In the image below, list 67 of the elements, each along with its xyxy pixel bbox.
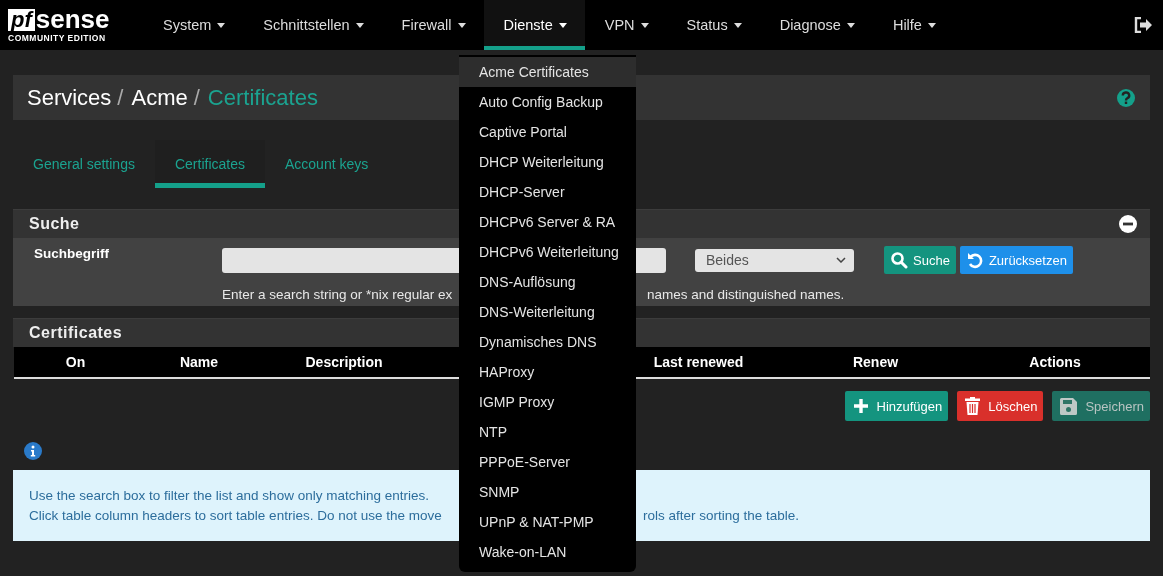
dropdown-item[interactable]: DHCP Weiterleitung (459, 147, 636, 177)
logout-icon[interactable] (1134, 17, 1152, 33)
pfsense-logo[interactable]: pfsense COMMUNITY EDITION (8, 7, 128, 43)
info-icon[interactable] (24, 442, 42, 460)
caret-icon (217, 22, 226, 28)
delete-button[interactable]: Löschen (957, 391, 1044, 421)
breadcrumb-separator: / (193, 84, 200, 111)
search-button[interactable]: Suche (884, 246, 956, 274)
breadcrumb-item: Certificates (207, 84, 318, 111)
add-button[interactable]: Hinzufügen (844, 391, 949, 421)
caret-icon (457, 22, 466, 28)
breadcrumb-item[interactable]: Services (27, 84, 112, 111)
tab[interactable]: General settings (13, 140, 155, 188)
plus-icon (852, 398, 869, 414)
search-icon (890, 251, 908, 269)
dropdown-item[interactable]: IGMP Proxy (459, 387, 636, 417)
dropdown-item[interactable]: PPPoE-Server (459, 447, 636, 477)
nav-menu-item[interactable]: Dienste (483, 0, 585, 50)
search-hint: names and distinguished names. (647, 287, 845, 302)
nav-menu-item[interactable]: Diagnose (759, 0, 873, 50)
column-header[interactable]: Actions (960, 354, 1150, 370)
dropdown-item[interactable]: SNMP (459, 477, 636, 507)
info-text: rols after sorting the table. (643, 507, 800, 525)
info-text: Use the search box to filter the list and show only matching entries. (29, 488, 429, 503)
column-header[interactable]: On (14, 354, 137, 370)
caret-icon (355, 22, 364, 28)
info-text: Click table column headers to sort table entries. Do not use the move (29, 507, 443, 525)
dropdown-item[interactable]: Dynamisches DNS (459, 327, 636, 357)
dropdown-item[interactable]: Acme Certificates (459, 57, 636, 87)
dropdown-item[interactable]: Wake-on-LAN (459, 537, 636, 567)
chevron-icon (836, 257, 846, 263)
nav-menu-item[interactable]: System (143, 0, 244, 50)
dropdown-item[interactable]: Captive Portal (459, 117, 636, 147)
column-header[interactable]: Name (137, 354, 261, 370)
nav-menu-item[interactable]: Hilfe (872, 0, 954, 50)
dropdown-item[interactable]: UPnP & NAT-PMP (459, 507, 636, 537)
tab[interactable]: Account keys (265, 140, 389, 188)
caret-icon (733, 22, 742, 28)
dropdown-item[interactable]: DNS-Auflösung (459, 267, 636, 297)
dropdown-item[interactable]: NTP (459, 417, 636, 447)
caret-icon (846, 22, 855, 28)
breadcrumb-item[interactable]: Acme (131, 84, 188, 111)
panel-title: Suche (29, 215, 80, 233)
undo-icon (965, 251, 984, 269)
trash-icon (965, 397, 981, 415)
dropdown-item[interactable]: DHCP-Server (459, 177, 636, 207)
nav-menu-item[interactable]: VPN (584, 0, 667, 50)
collapse-icon[interactable] (1119, 215, 1137, 233)
search-hint: Enter a search string or *nix regular ex (222, 287, 454, 302)
column-header[interactable]: Description (261, 354, 427, 370)
dropdown-item[interactable]: Auto Config Backup (459, 87, 636, 117)
caret-icon (640, 22, 649, 28)
panel-title: Certificates (29, 324, 123, 342)
nav-menu-item[interactable]: Status (666, 0, 760, 50)
caret-icon (927, 22, 936, 28)
dropdown-item[interactable]: DHCPv6 Weiterleitung (459, 237, 636, 267)
scope-select[interactable]: Beides (695, 248, 854, 272)
dropdown-item[interactable]: HAProxy (459, 357, 636, 387)
help-icon[interactable] (1116, 87, 1136, 108)
dropdown-item[interactable]: DNS-Weiterleitung (459, 297, 636, 327)
nav-menu-item[interactable]: Firewall (381, 0, 484, 50)
field-label: Suchbegriff (33, 246, 110, 261)
column-header[interactable]: Renew (791, 354, 960, 370)
breadcrumb-separator: / (117, 84, 124, 111)
nav-menu-item[interactable]: Schnittstellen (243, 0, 382, 50)
caret-icon (558, 22, 567, 28)
dropdown-item[interactable]: DHCPv6 Server & RA (459, 207, 636, 237)
